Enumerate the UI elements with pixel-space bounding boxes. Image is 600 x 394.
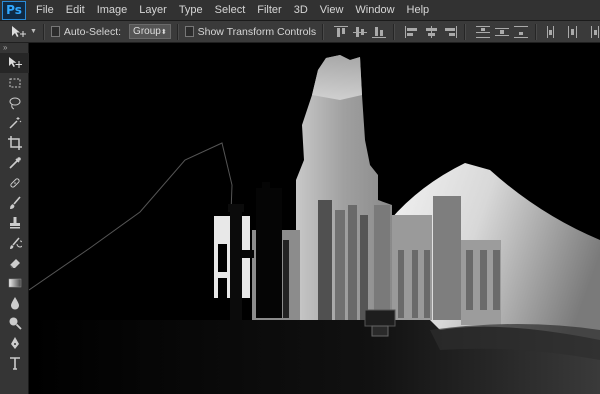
tool-lasso[interactable] <box>0 93 29 113</box>
depth-map-artwork <box>29 55 600 394</box>
menu-layer[interactable]: Layer <box>133 0 173 21</box>
tool-brush[interactable] <box>0 193 29 213</box>
move-tool-icon <box>12 25 26 37</box>
divider <box>176 23 179 40</box>
menu-image[interactable]: Image <box>91 0 134 21</box>
align-bottom-icon[interactable] <box>372 26 387 38</box>
tools-panel: » <box>0 43 29 394</box>
tool-gradient[interactable] <box>0 273 29 293</box>
dropdown-value: Group <box>133 26 161 37</box>
show-transform-checkbox[interactable] <box>184 26 194 37</box>
pen-tool-icon <box>10 337 19 349</box>
updown-arrows-icon: ⬍ <box>160 28 167 36</box>
menu-file[interactable]: File <box>30 0 60 21</box>
menu-window[interactable]: Window <box>349 0 400 21</box>
lasso-tool-icon <box>9 97 20 110</box>
show-transform-label: Show Transform Controls <box>197 25 317 38</box>
align-vertical-center-icon[interactable] <box>352 26 367 38</box>
eyedropper-icon <box>8 157 21 169</box>
distribute-bottom-icon[interactable] <box>513 25 528 38</box>
menu-help[interactable]: Help <box>401 0 436 21</box>
menu-view[interactable]: View <box>314 0 350 21</box>
distribute-top-icon[interactable] <box>475 25 490 38</box>
menu-type[interactable]: Type <box>173 0 209 21</box>
divider <box>393 23 395 40</box>
clone-stamp-icon <box>9 217 20 229</box>
dodge-icon <box>9 317 22 330</box>
distribute-horizontal-center-icon[interactable] <box>566 25 577 38</box>
menu-filter[interactable]: Filter <box>251 0 287 21</box>
menu-select[interactable]: Select <box>209 0 252 21</box>
tool-pen[interactable] <box>0 333 29 353</box>
menu-3d[interactable]: 3D <box>288 0 314 21</box>
divider <box>464 23 466 40</box>
tool-magic-wand[interactable] <box>0 113 29 133</box>
divider <box>42 23 45 40</box>
tool-eraser[interactable] <box>0 253 29 273</box>
eraser-icon <box>9 259 20 269</box>
chevron-down-icon: ▼ <box>30 28 37 35</box>
tool-type[interactable] <box>0 353 29 373</box>
type-tool-icon <box>9 357 20 370</box>
tool-marquee[interactable] <box>0 73 29 93</box>
align-right-icon[interactable] <box>443 25 457 38</box>
move-tool-icon <box>8 57 22 68</box>
brush-tool-icon <box>9 196 21 209</box>
menu-edit[interactable]: Edit <box>60 0 91 21</box>
gradient-icon <box>8 278 21 288</box>
divider <box>535 23 537 40</box>
align-top-icon[interactable] <box>333 25 348 38</box>
auto-select-checkbox[interactable] <box>50 26 60 37</box>
menu-bar: Ps File Edit Image Layer Type Select Fil… <box>0 0 600 21</box>
distribute-vertical-center-icon[interactable] <box>494 26 509 38</box>
history-brush-icon <box>9 237 22 249</box>
app-logo: Ps <box>2 0 26 20</box>
tool-blur[interactable] <box>0 293 29 313</box>
panel-collapse-icon[interactable]: » <box>0 43 28 53</box>
crop-tool-icon <box>7 136 22 150</box>
tool-preset-picker[interactable]: ▼ <box>10 23 37 41</box>
marquee-tool-icon <box>9 78 20 88</box>
magic-wand-icon <box>8 117 21 129</box>
tool-eyedropper[interactable] <box>0 153 29 173</box>
divider <box>322 23 324 40</box>
align-left-icon[interactable] <box>404 25 417 38</box>
distribute-left-icon[interactable] <box>546 25 558 38</box>
blur-icon <box>10 297 19 310</box>
tool-move[interactable] <box>0 53 29 73</box>
tool-healing-brush[interactable] <box>0 173 29 193</box>
auto-select-label: Auto-Select: <box>63 25 122 38</box>
tool-crop[interactable] <box>0 133 29 153</box>
options-bar: ▼ Auto-Select: Group ⬍ Show Transform Co… <box>0 21 600 43</box>
auto-select-target-dropdown[interactable]: Group ⬍ <box>129 24 171 39</box>
tool-history-brush[interactable] <box>0 233 29 253</box>
healing-brush-icon <box>9 178 20 188</box>
align-horizontal-center-icon[interactable] <box>424 25 437 38</box>
tool-dodge[interactable] <box>0 313 29 333</box>
document-canvas[interactable] <box>29 43 600 394</box>
distribute-right-icon[interactable] <box>585 25 599 38</box>
tool-clone-stamp[interactable] <box>0 213 29 233</box>
